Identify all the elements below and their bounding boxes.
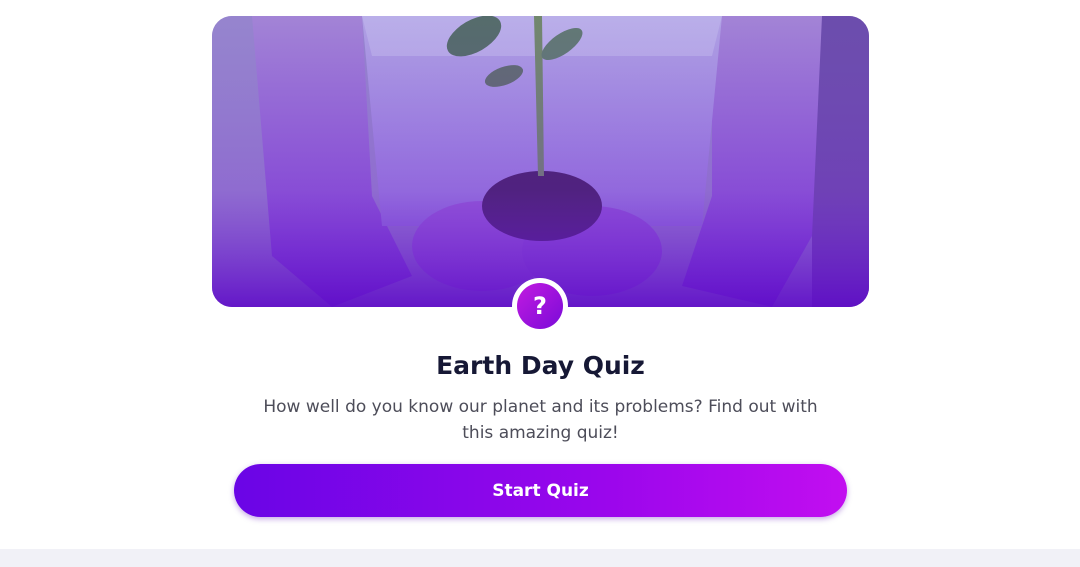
quiz-start-page: ? Earth Day Quiz How well do you know ou… [0,0,1080,567]
footer-strip [0,549,1080,567]
quiz-description: How well do you know our planet and its … [263,397,818,443]
quiz-badge: ? [512,278,568,334]
badge-symbol: ? [533,292,547,320]
start-quiz-button[interactable]: Start Quiz [234,464,847,517]
question-mark-icon: ? [517,283,563,329]
hero-image [212,16,869,307]
hands-holding-seedling-image [212,16,869,307]
quiz-title: Earth Day Quiz [436,351,645,380]
